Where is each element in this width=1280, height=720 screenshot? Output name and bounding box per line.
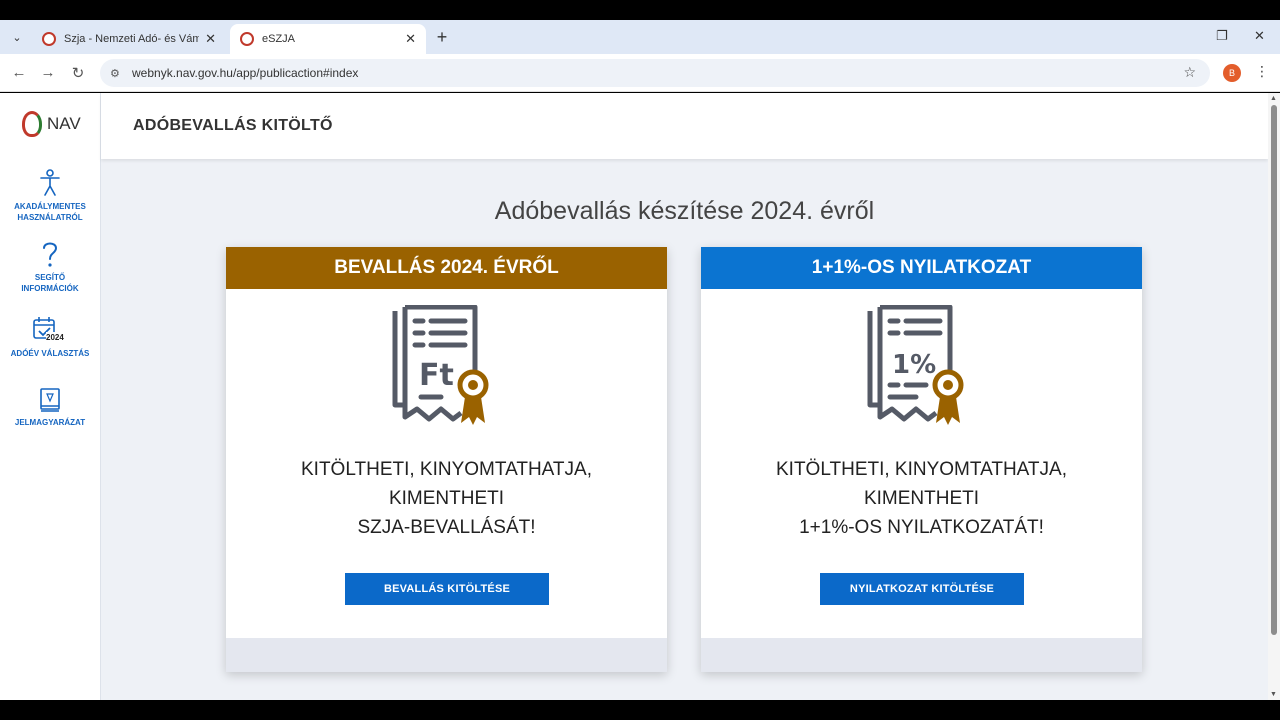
- card-desc-line: 1+1%-OS NYILATKOZATÁT!: [799, 517, 1044, 538]
- tab-eszja[interactable]: eSZJA ✕: [230, 24, 426, 54]
- nav-favicon-icon: [42, 32, 56, 46]
- back-button[interactable]: ←: [10, 64, 28, 81]
- page-scrollbar[interactable]: ▲ ▼: [1268, 93, 1280, 700]
- sidebar-item-label: HASZNÁLATRÓL: [17, 213, 83, 222]
- tab-szja[interactable]: Szja - Nemzeti Adó- és Vámhiva ✕: [32, 24, 226, 54]
- tab-title: Szja - Nemzeti Adó- és Vámhiva: [64, 33, 200, 45]
- tab-strip: ⌄ Szja - Nemzeti Adó- és Vámhiva ✕ eSZJA…: [0, 20, 1280, 54]
- arrow-left-icon: ←: [11, 64, 27, 81]
- forward-button[interactable]: →: [39, 64, 57, 81]
- page-header: ADÓBEVALLÁS KITÖLTŐ: [101, 93, 1268, 159]
- close-icon[interactable]: ✕: [205, 31, 216, 47]
- card-tax-return: BEVALLÁS 2024. ÉVRŐL Ft KITÖLTHETI, KINY…: [226, 247, 667, 672]
- sidebar-item-label: JELMAGYARÁZAT: [14, 418, 86, 427]
- question-icon: [43, 242, 58, 267]
- page-title: ADÓBEVALLÁS KITÖLTŐ: [133, 117, 333, 134]
- nav-logo-text: NAV: [47, 114, 81, 133]
- nav-logo-icon: [22, 111, 42, 137]
- restore-icon: ❐: [1216, 28, 1228, 43]
- bookmark-star-icon[interactable]: ☆: [1183, 64, 1196, 81]
- address-bar[interactable]: ⚙ webnyk.nav.gov.hu/app/publicaction#ind…: [100, 59, 1210, 87]
- sidebar: NAV AKADÁLYMENTES HASZNÁLATRÓL SEGÍTŐ IN…: [0, 93, 101, 700]
- close-icon[interactable]: ✕: [405, 31, 416, 47]
- scrollbar-thumb[interactable]: [1271, 105, 1277, 635]
- main-heading: Adóbevallás készítése 2024. évről: [494, 197, 875, 225]
- restore-window-button[interactable]: ❐: [1216, 28, 1228, 44]
- screen: ⌄ Szja - Nemzeti Adó- és Vámhiva ✕ eSZJA…: [0, 0, 1280, 720]
- reload-button[interactable]: ↻: [69, 64, 87, 82]
- sidebar-item-help[interactable]: SEGÍTŐ INFORMÁCIÓK: [0, 240, 100, 294]
- close-window-button[interactable]: ✕: [1254, 28, 1265, 44]
- card-footer: [226, 638, 667, 672]
- fill-tax-return-button[interactable]: BEVALLÁS KITÖLTÉSE: [345, 573, 549, 605]
- site-info-icon[interactable]: ⚙: [110, 67, 124, 80]
- sidebar-item-tax-year[interactable]: 2024 ADÓÉV VÁLASZTÁS: [0, 316, 100, 359]
- card-desc-line: KITÖLTHETI, KINYOMTATHATJA,: [301, 459, 592, 480]
- calendar-2024: 2024: [30, 316, 70, 344]
- browser-menu-icon[interactable]: ⋮: [1255, 63, 1269, 80]
- browser-toolbar: ← → ↻ ⚙ webnyk.nav.gov.hu/app/publicacti…: [0, 54, 1280, 92]
- book-icon: [40, 388, 60, 412]
- currency-symbol: Ft: [419, 358, 454, 393]
- card-desc-line: KIMENTHETI: [388, 488, 505, 509]
- card-title: 1+1%-OS NYILATKOZAT: [701, 247, 1142, 289]
- tab-search-button[interactable]: ⌄: [6, 26, 28, 48]
- close-icon: ✕: [1254, 28, 1265, 43]
- reload-icon: ↻: [71, 65, 85, 82]
- sidebar-item-label: ADÓÉV VÁLASZTÁS: [10, 349, 90, 358]
- tax-year-badge: 2024: [46, 332, 64, 343]
- sidebar-item-label: INFORMÁCIÓK: [21, 284, 79, 293]
- card-desc-line: KIMENTHETI: [863, 488, 980, 509]
- scroll-up-icon[interactable]: ▲: [1270, 95, 1277, 102]
- url-text: webnyk.nav.gov.hu/app/publicaction#index: [132, 66, 359, 80]
- card-desc-line: KITÖLTHETI, KINYOMTATHATJA,: [776, 459, 1067, 480]
- percent-symbol: 1%: [892, 350, 936, 380]
- plus-icon: +: [436, 26, 448, 47]
- card-title: BEVALLÁS 2024. ÉVRŐL: [226, 247, 667, 289]
- scroll-down-icon[interactable]: ▼: [1270, 691, 1277, 698]
- sidebar-item-legend[interactable]: JELMAGYARÁZAT: [0, 387, 100, 428]
- tax-document-ft-icon: Ft: [392, 305, 489, 425]
- sidebar-item-label: SEGÍTŐ: [34, 273, 66, 282]
- sidebar-item-label: AKADÁLYMENTES: [14, 202, 86, 211]
- tax-document-percent-icon: 1%: [867, 305, 964, 425]
- card-description: KITÖLTHETI, KINYOMTATHATJA, KIMENTHETI 1…: [701, 455, 1142, 542]
- card-desc-line: SZJA-BEVALLÁSÁT!: [357, 517, 536, 538]
- web-page: NAV AKADÁLYMENTES HASZNÁLATRÓL SEGÍTŐ IN…: [0, 93, 1280, 700]
- card-declaration: 1+1%-OS NYILATKOZAT 1% KITÖLTHETI, KINYO…: [701, 247, 1142, 672]
- new-tab-button[interactable]: +: [432, 26, 452, 48]
- card-footer: [701, 638, 1142, 672]
- card-description: KITÖLTHETI, KINYOMTATHATJA, KIMENTHETI S…: [226, 455, 667, 542]
- nav-favicon-icon: [240, 32, 254, 46]
- chevron-down-icon: ⌄: [12, 31, 22, 44]
- profile-avatar[interactable]: B: [1223, 64, 1241, 82]
- nav-logo[interactable]: NAV: [22, 111, 81, 137]
- accessibility-icon: [40, 169, 60, 196]
- fill-declaration-button[interactable]: NYILATKOZAT KITÖLTÉSE: [820, 573, 1024, 605]
- sidebar-item-accessibility[interactable]: AKADÁLYMENTES HASZNÁLATRÓL: [0, 169, 100, 223]
- tab-title: eSZJA: [262, 33, 296, 45]
- arrow-right-icon: →: [40, 64, 56, 81]
